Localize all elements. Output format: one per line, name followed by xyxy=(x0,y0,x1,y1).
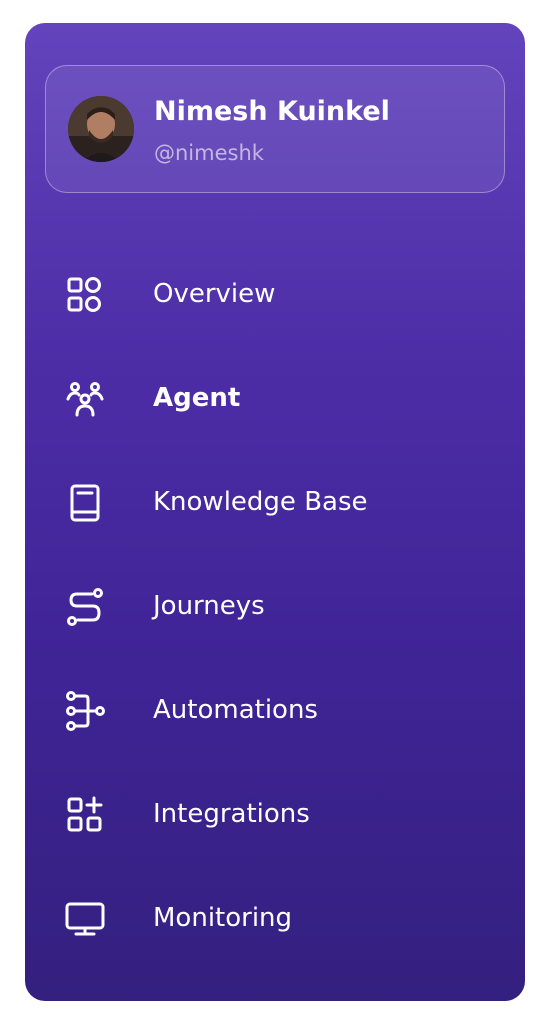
nav-item-overview[interactable]: Overview xyxy=(25,265,525,325)
grid-shapes-icon xyxy=(65,275,105,315)
book-icon xyxy=(65,483,105,523)
nav-label-automations: Automations xyxy=(153,695,318,725)
monitor-icon xyxy=(65,899,105,939)
nav-label-knowledge-base: Knowledge Base xyxy=(153,487,368,517)
avatar[interactable] xyxy=(68,96,134,162)
nav-item-agent[interactable]: Agent xyxy=(25,369,525,429)
nav-label-integrations: Integrations xyxy=(153,799,310,829)
nav-label-monitoring: Monitoring xyxy=(153,903,293,933)
nav-item-monitoring[interactable]: Monitoring xyxy=(25,889,525,949)
route-icon xyxy=(65,587,105,627)
nav-label-agent: Agent xyxy=(153,383,241,413)
nav-item-integrations[interactable]: Integrations xyxy=(25,785,525,845)
nav-item-knowledge-base[interactable]: Knowledge Base xyxy=(25,473,525,533)
grid-plus-icon xyxy=(65,795,105,835)
nav-item-journeys[interactable]: Journeys xyxy=(25,577,525,637)
profile-card[interactable]: Nimesh Kuinkel @nimeshk xyxy=(45,65,505,193)
sidebar: Nimesh Kuinkel @nimeshk Overview Agent K… xyxy=(25,23,525,1001)
nav-label-overview: Overview xyxy=(153,279,276,309)
nav-item-automations[interactable]: Automations xyxy=(25,681,525,741)
nav-label-journeys: Journeys xyxy=(153,591,265,621)
flow-nodes-icon xyxy=(65,691,105,731)
profile-name: Nimesh Kuinkel xyxy=(154,96,390,127)
profile-handle: @nimeshk xyxy=(154,141,264,165)
users-group-icon xyxy=(65,379,105,419)
